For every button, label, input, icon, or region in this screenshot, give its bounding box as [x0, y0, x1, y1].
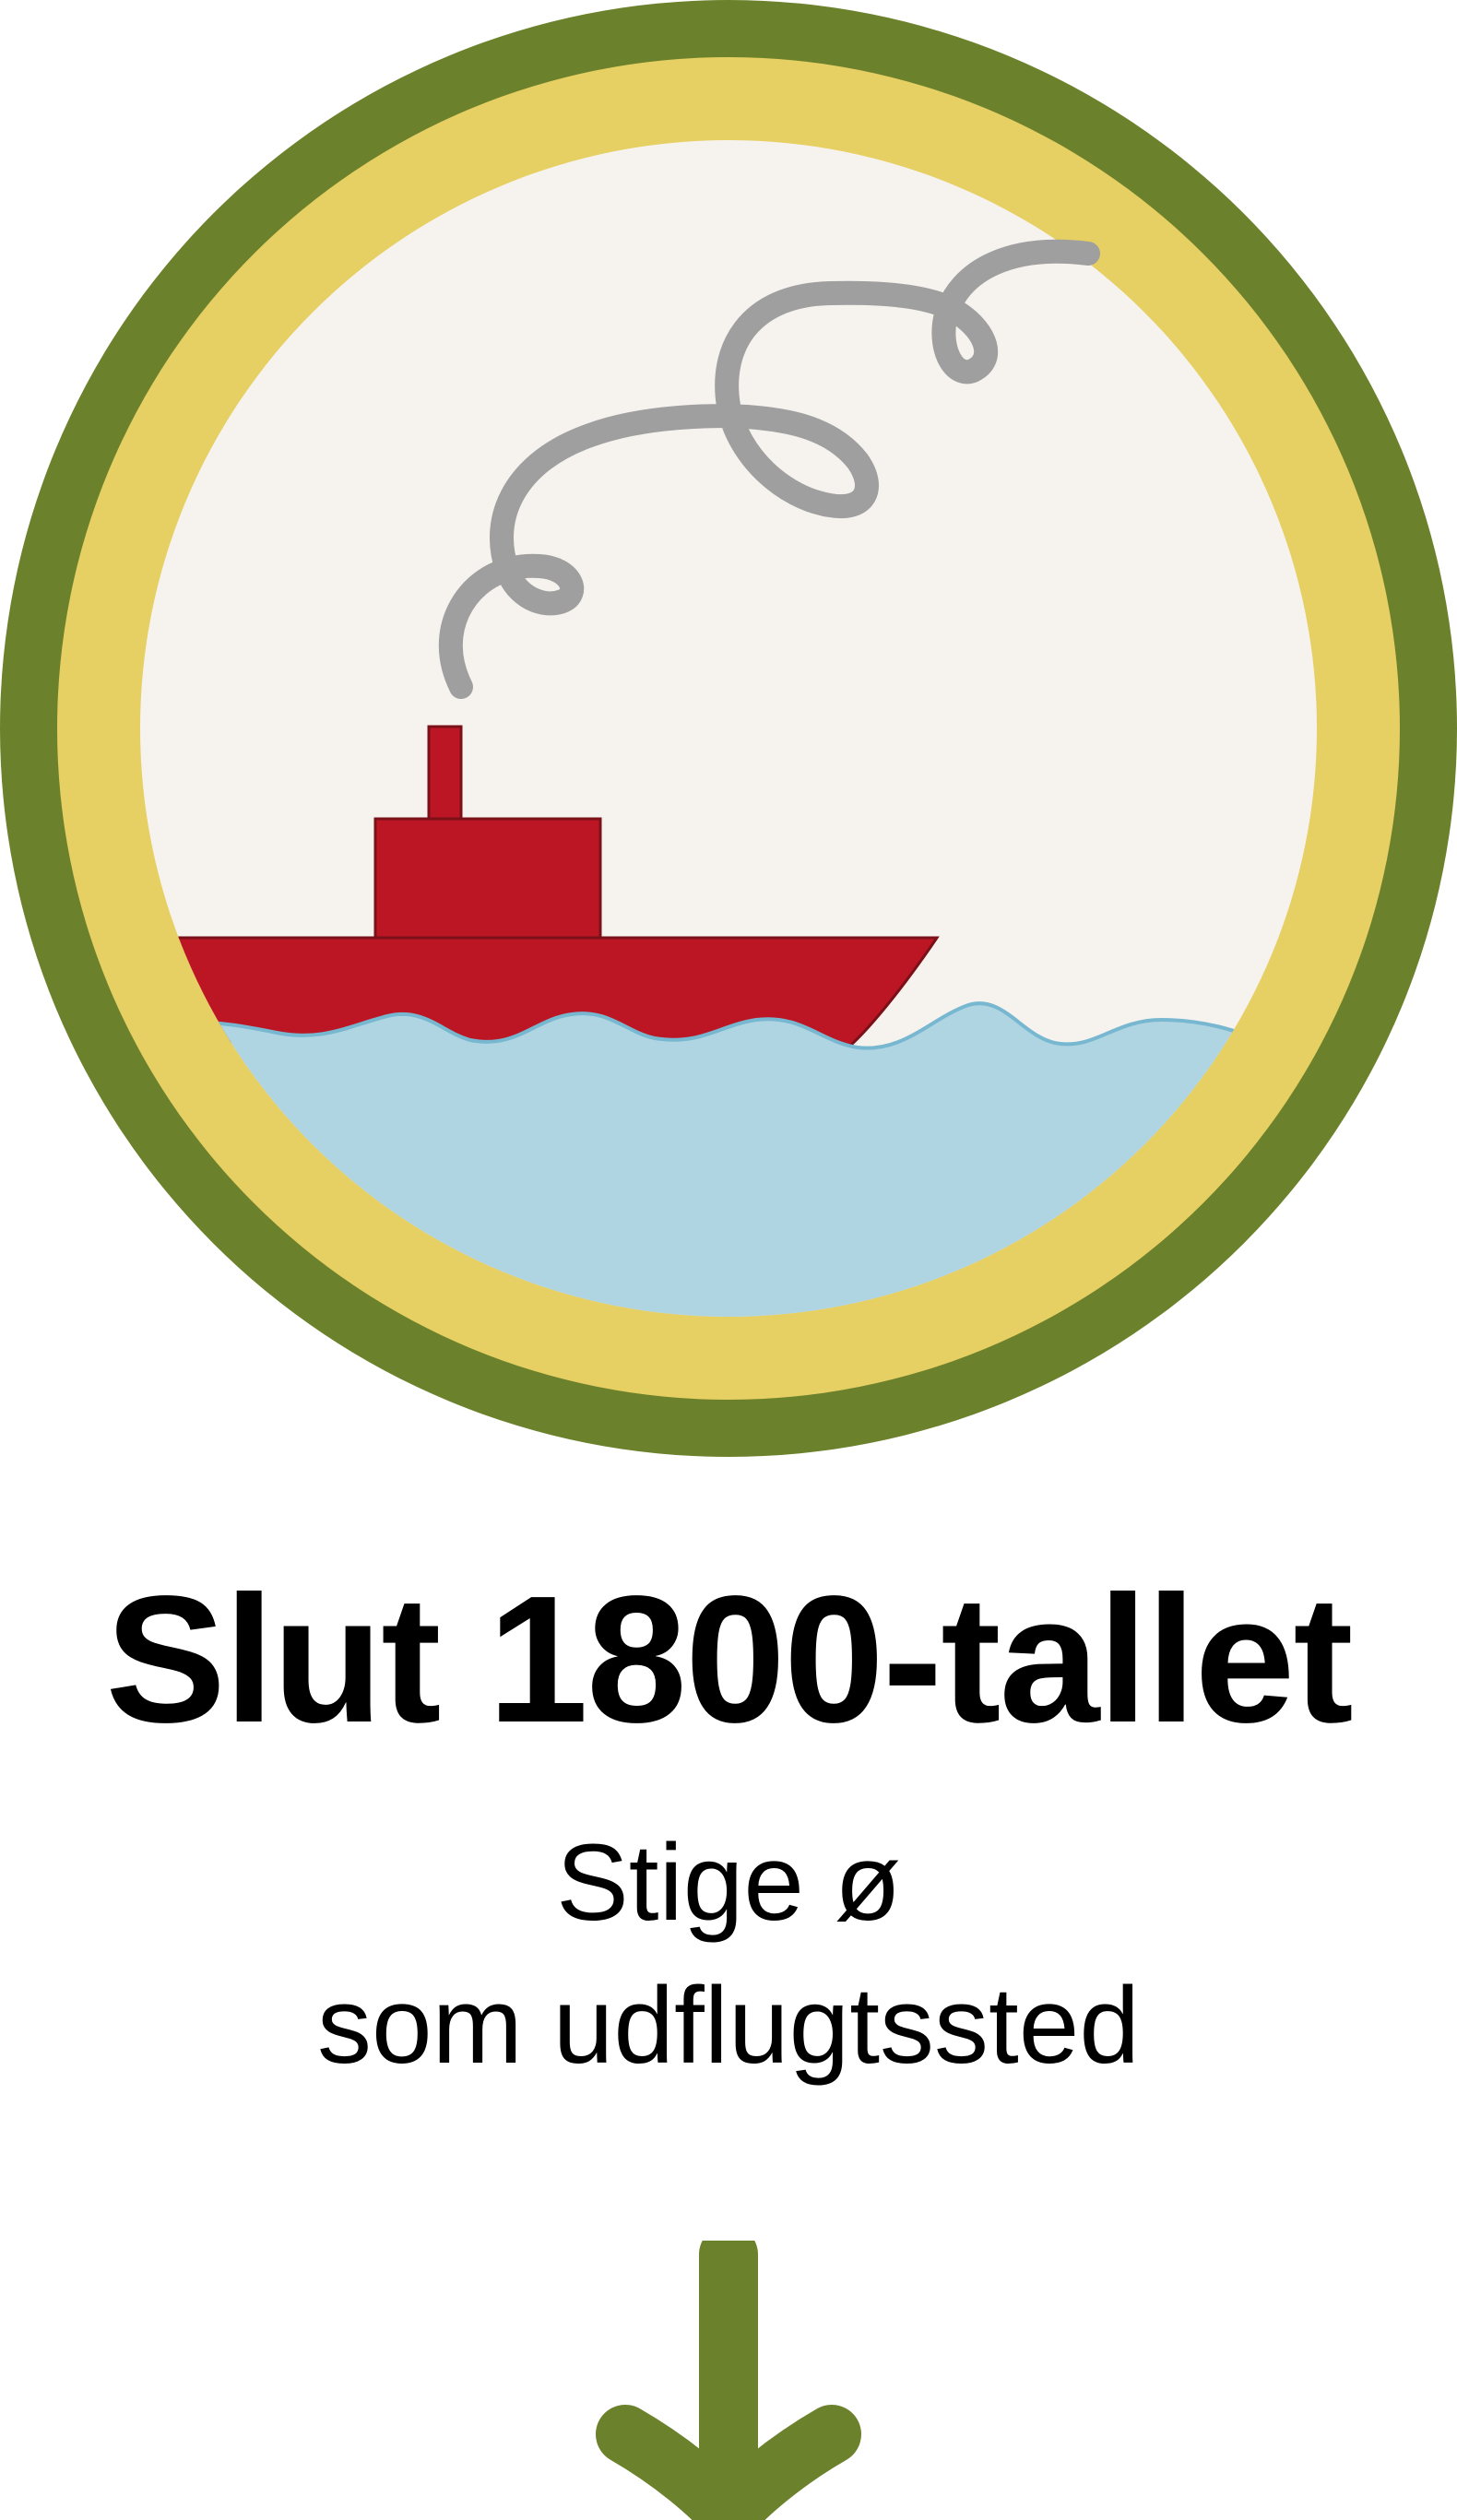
- steamboat-badge-icon: [0, 0, 1457, 1457]
- subtitle-line-1: Stige ø: [556, 1822, 901, 1944]
- page-title: Slut 1800-tallet: [105, 1558, 1353, 1760]
- boat-cabin: [373, 817, 602, 942]
- page-subtitle: Stige ø som udflugtssted: [0, 1812, 1457, 2098]
- subtitle-line-2: som udflugtssted: [316, 1965, 1141, 2087]
- arrow-down-icon[interactable]: [590, 2241, 867, 2520]
- boat-funnel: [427, 725, 463, 822]
